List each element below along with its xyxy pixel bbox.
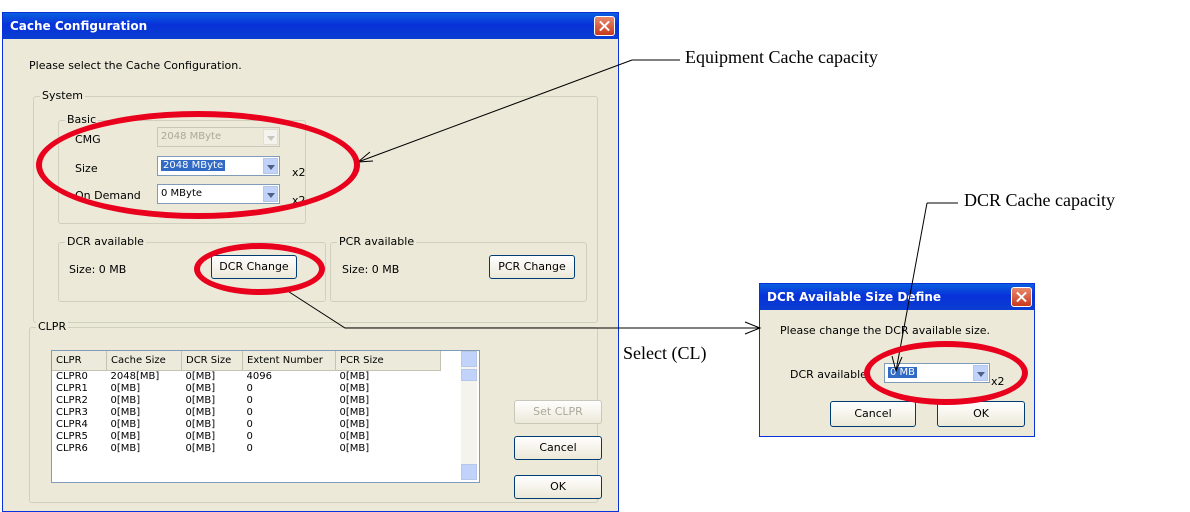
annotation-lines: [282, 59, 958, 373]
highlight-ring: [864, 341, 1028, 405]
equipment-cache-annotation: Equipment Cache capacity: [685, 47, 878, 67]
callout-arrow-line: [357, 59, 633, 163]
select-annotation: Select (CL): [623, 343, 707, 363]
connector-line: [282, 287, 760, 329]
dcr-cache-annotation: DCR Cache capacity: [964, 190, 1115, 210]
highlight-ring: [194, 243, 325, 295]
highlight-ring: [36, 111, 360, 219]
